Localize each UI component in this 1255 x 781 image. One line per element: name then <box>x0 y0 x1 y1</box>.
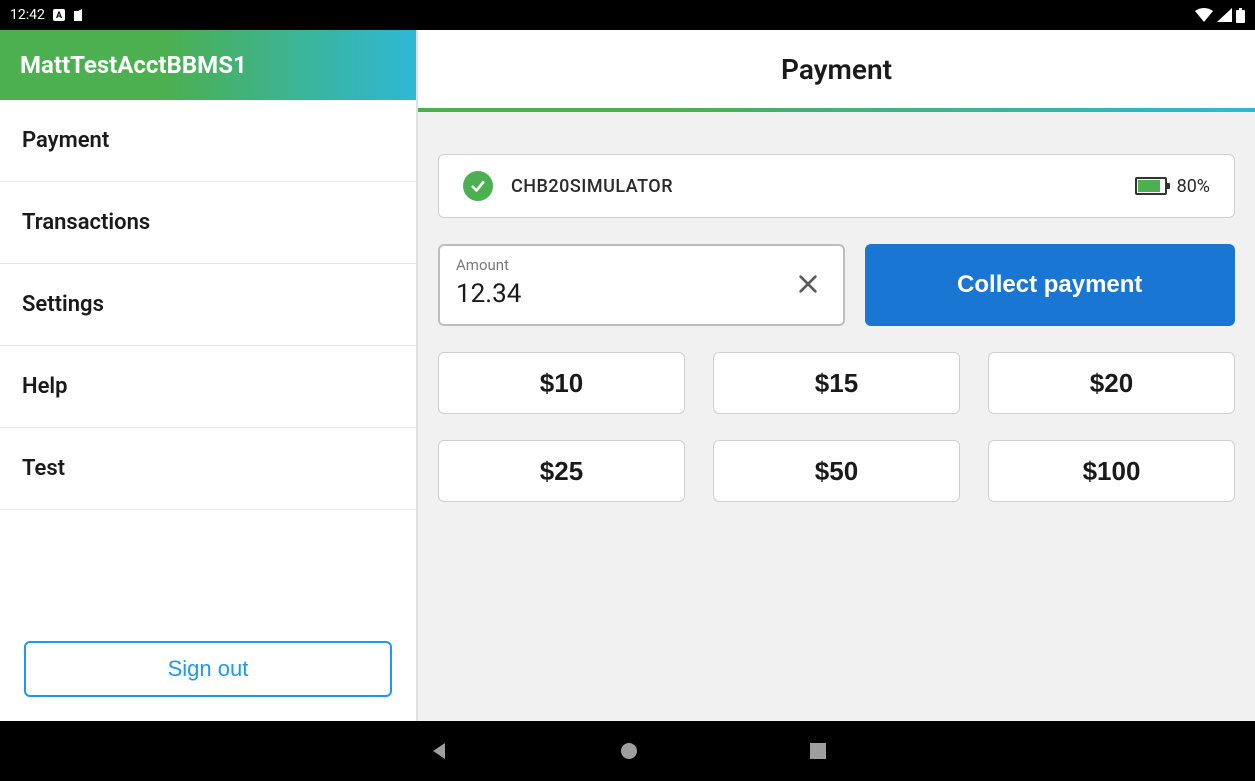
account-name: MattTestAcctBBMS1 <box>20 51 247 79</box>
sd-card-icon <box>73 9 84 22</box>
battery-percent: 80% <box>1177 176 1210 197</box>
clear-amount-button[interactable] <box>789 265 827 306</box>
sidebar-header: MattTestAcctBBMS1 <box>0 30 416 100</box>
nav-back-button[interactable] <box>429 741 449 761</box>
collect-payment-button[interactable]: Collect payment <box>865 244 1236 326</box>
sidebar-item-label: Transactions <box>22 210 150 235</box>
status-time: 12:42 <box>10 7 45 23</box>
svg-text:A: A <box>56 11 63 21</box>
back-triangle-icon <box>429 741 449 761</box>
amount-input[interactable]: Amount 12.34 <box>438 244 845 326</box>
sign-out-button[interactable]: Sign out <box>24 641 392 697</box>
sidebar-item-transactions[interactable]: Transactions <box>0 182 416 264</box>
preset-20-button[interactable]: $20 <box>988 352 1235 414</box>
amount-value: 12.34 <box>456 279 789 309</box>
amount-label: Amount <box>456 256 509 274</box>
sidebar-item-test[interactable]: Test <box>0 428 416 510</box>
preset-25-button[interactable]: $25 <box>438 440 685 502</box>
preset-amount-grid: $10 $15 $20 $25 $50 $100 <box>438 352 1235 502</box>
sidebar-item-payment[interactable]: Payment <box>0 100 416 182</box>
sidebar-item-label: Payment <box>22 128 109 153</box>
sidebar-item-label: Help <box>22 374 68 399</box>
sidebar-item-settings[interactable]: Settings <box>0 264 416 346</box>
check-circle-icon <box>463 171 493 201</box>
preset-100-button[interactable]: $100 <box>988 440 1235 502</box>
preset-50-button[interactable]: $50 <box>713 440 960 502</box>
sidebar: MattTestAcctBBMS1 Payment Transactions S… <box>0 30 418 721</box>
sidebar-item-help[interactable]: Help <box>0 346 416 428</box>
battery-status-icon <box>1236 8 1245 23</box>
page-title: Payment <box>418 30 1255 108</box>
close-icon <box>797 273 819 295</box>
battery-icon <box>1135 177 1167 195</box>
preset-10-button[interactable]: $10 <box>438 352 685 414</box>
preset-15-button[interactable]: $15 <box>713 352 960 414</box>
main-panel: Payment CHB20SIMULATOR 80% <box>418 30 1255 721</box>
wifi-icon <box>1195 8 1213 22</box>
home-circle-icon <box>619 741 639 761</box>
nav-recent-button[interactable] <box>809 742 827 760</box>
android-nav-bar <box>0 721 1255 781</box>
android-status-bar: 12:42 A <box>0 0 1255 30</box>
sidebar-item-label: Test <box>22 456 65 481</box>
sidebar-item-label: Settings <box>22 292 104 317</box>
recent-square-icon <box>809 742 827 760</box>
notification-icon: A <box>53 9 65 21</box>
cellular-icon <box>1217 8 1232 22</box>
reader-name: CHB20SIMULATOR <box>511 176 1117 197</box>
nav-home-button[interactable] <box>619 741 639 761</box>
reader-status-card: CHB20SIMULATOR 80% <box>438 154 1235 218</box>
